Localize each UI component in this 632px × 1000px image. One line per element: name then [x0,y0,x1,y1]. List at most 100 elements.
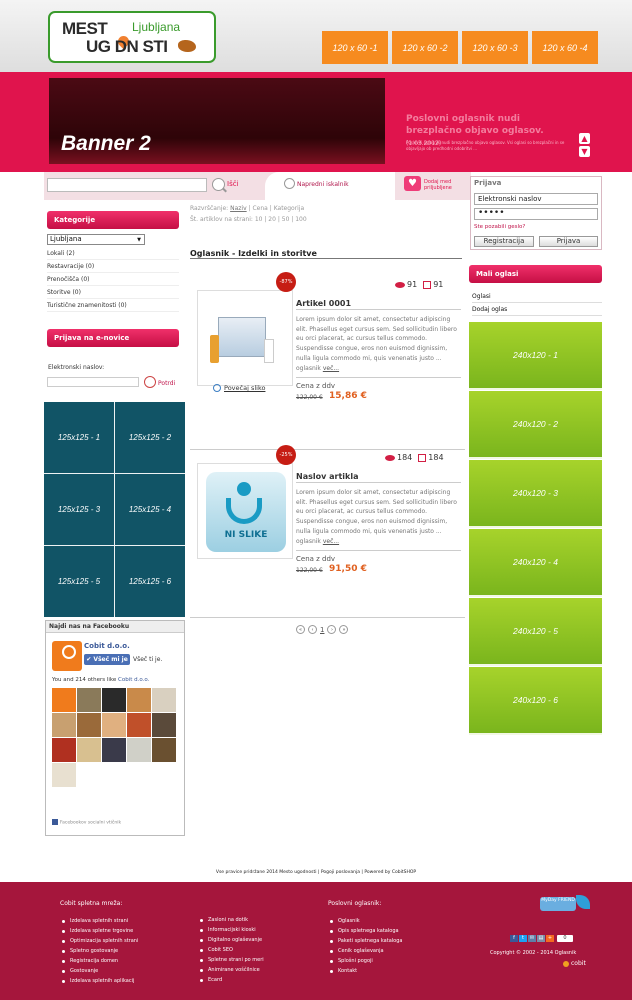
top-ad-1[interactable]: 120 x 60 -1 [322,31,388,64]
chevron-up-icon[interactable]: ▲ [579,133,590,144]
next-page-button[interactable]: › [327,625,337,634]
print-icon[interactable]: ▤ [537,935,545,942]
fan-avatar[interactable] [152,688,176,712]
ad-240-5[interactable]: 240x120 - 5 [469,598,602,666]
category-item[interactable]: Turistične znamenitosti (0) [47,299,179,312]
fan-avatar[interactable] [77,688,101,712]
ad-240-1[interactable]: 240x120 - 1 [469,322,602,390]
advanced-search-link[interactable]: Napredni iskalnik [297,181,349,188]
ad-240-6[interactable]: 240x120 - 6 [469,667,602,735]
password-field[interactable]: ••••• [474,208,598,220]
ad-240-2[interactable]: 240x120 - 2 [469,391,602,459]
footer-link[interactable]: Izdelava spletnih aplikacij [60,976,138,986]
facebook-like-button[interactable]: ✔ Všeč mi je [84,654,130,665]
page-logo-icon[interactable] [52,641,82,671]
ad-125-1[interactable]: 125x125 - 1 [44,402,114,473]
site-logo[interactable]: MEST Ljubljana UG DN STI [48,11,216,63]
current-page[interactable]: 1 [320,626,324,634]
fan-avatar[interactable] [77,713,101,737]
top-ad-3[interactable]: 120 x 60 -3 [462,31,528,64]
footer-link[interactable]: Izdelava spletne trgovine [60,926,138,936]
search-input[interactable] [47,178,207,192]
sort-by-name[interactable]: Naziv [230,205,247,212]
email-field[interactable]: Elektronski naslov [474,193,598,205]
prev-page-button[interactable]: ‹ [308,625,317,634]
heart-icon[interactable]: ♥ [404,176,421,191]
facebook-icon[interactable]: f [510,935,518,942]
top-ad-2[interactable]: 120 x 60 -2 [392,31,458,64]
ad-125-6[interactable]: 125x125 - 6 [115,546,185,617]
product-name[interactable]: Artikel 0001 [296,299,351,308]
category-item[interactable]: Prenočišča (0) [47,273,179,286]
footer-link[interactable]: Informacijski kioski [198,925,264,935]
advanced-search-icon[interactable] [284,178,295,189]
footer-link[interactable]: Kontakt [328,966,402,976]
fan-avatar[interactable] [102,713,126,737]
newsletter-submit[interactable]: Potrdi [158,380,175,387]
product-name[interactable]: Naslov artikla [296,472,358,481]
zoom-image-link[interactable]: Povečaj sliko [213,384,265,392]
facebook-page-name[interactable]: Cobit d.o.o. [84,642,130,650]
product-image[interactable] [197,290,293,386]
footer-link[interactable]: Izdelava spletnih strani [60,916,138,926]
more-link[interactable]: več... [323,538,339,545]
footer-link[interactable]: Cobit SEO [198,945,264,955]
last-page-button[interactable]: » [339,625,349,634]
category-item[interactable]: Restavracije (0) [47,260,179,273]
footer-link[interactable]: Gostovanje [60,966,138,976]
newsletter-email-input[interactable] [47,377,139,387]
ad-125-4[interactable]: 125x125 - 4 [115,474,185,545]
category-item[interactable]: Storitve (0) [47,286,179,299]
category-item[interactable]: Lokali (2) [47,247,179,260]
items-per-page[interactable]: Št. artiklov na strani: 10 | 20 | 50 | 1… [190,216,307,223]
search-button-label[interactable]: Išči [227,180,239,188]
fan-avatar[interactable] [127,738,151,762]
footer-link[interactable]: Digitalno oglaševanje [198,935,264,945]
fan-avatar[interactable] [52,688,76,712]
twitter-icon[interactable]: t [519,935,527,942]
ad-125-5[interactable]: 125x125 - 5 [44,546,114,617]
mini-ads-item[interactable]: Dodaj oglas [472,303,602,316]
footer-link[interactable]: Spletne strani po meri [198,955,264,965]
fan-avatar[interactable] [52,713,76,737]
sort-rest[interactable]: | Cena | Kategorija [249,205,305,212]
fan-avatar[interactable] [152,713,176,737]
banner-2[interactable]: Banner 2 [49,78,385,164]
first-page-button[interactable]: « [296,625,305,634]
top-ad-4[interactable]: 120 x 60 -4 [532,31,598,64]
cobit-logo[interactable]: cobit [563,960,586,967]
myday-friend-logo[interactable]: MyDay FRIEND [540,897,576,911]
footer-link[interactable]: Splošni pogoji [328,956,402,966]
footer-link[interactable]: Opis spletnega kataloga [328,926,402,936]
mini-ads-item[interactable]: Oglasi [472,290,602,303]
footer-link[interactable]: Paketi spletnega kataloga [328,936,402,946]
email-icon[interactable]: ✉ [528,935,536,942]
footer-link[interactable]: Zasloni na dotik [198,915,264,925]
copyright-line[interactable]: Vse pravice pridržane 2014 Mesto ugodnos… [0,870,632,875]
footer-link[interactable]: Registracija domen [60,956,138,966]
register-button[interactable]: Registracija [474,236,534,247]
footer-link[interactable]: Spletno gostovanje [60,946,138,956]
ad-125-3[interactable]: 125x125 - 3 [44,474,114,545]
footer-link[interactable]: Ecard [198,975,264,985]
share-icon[interactable]: + [546,935,554,942]
footer-link[interactable]: Animirane voščilnice [198,965,264,975]
add-to-favorites-link[interactable]: Dodaj med priljubljene [424,179,468,191]
mail-icon[interactable] [144,376,156,388]
chevron-down-icon[interactable]: ▼ [579,146,590,157]
ad-240-3[interactable]: 240x120 - 3 [469,460,602,528]
footer-link[interactable]: Oglasnik [328,916,402,926]
ad-125-2[interactable]: 125x125 - 2 [115,402,185,473]
forgot-password-link[interactable]: Ste pozabili geslo? [474,224,525,230]
fan-avatar[interactable] [52,763,76,787]
fan-avatar[interactable] [102,688,126,712]
fan-avatar[interactable] [77,738,101,762]
fan-avatar[interactable] [127,688,151,712]
ad-240-4[interactable]: 240x120 - 4 [469,529,602,597]
fan-avatar[interactable] [152,738,176,762]
login-button[interactable]: Prijava [539,236,598,247]
search-icon[interactable] [212,178,225,191]
fan-avatar[interactable] [102,738,126,762]
footer-link[interactable]: Optimizacija spletnih strani [60,936,138,946]
more-link[interactable]: več... [323,365,339,372]
